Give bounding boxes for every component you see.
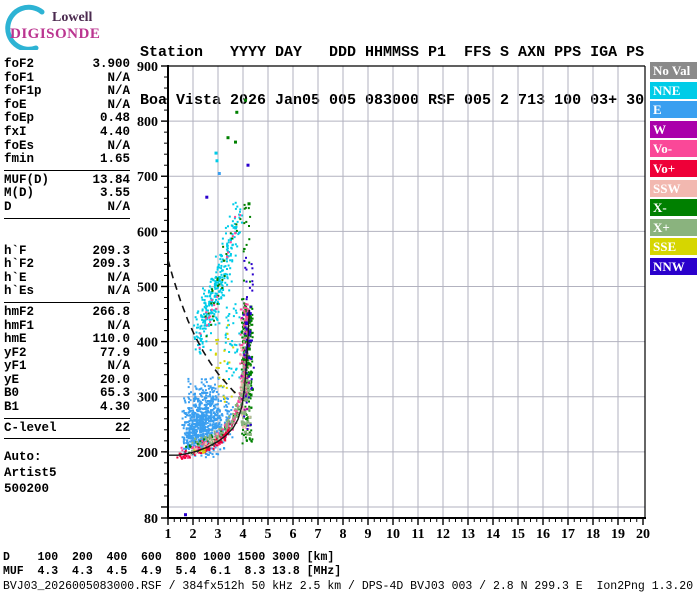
legend-item-w: W	[650, 120, 697, 138]
x-tick-label: 15	[511, 527, 525, 542]
x-tick-label: 18	[586, 527, 600, 542]
x-tick-label: 6	[290, 527, 297, 542]
ionogram-plot: 1 2 3 4 5 6 7 8 9 10 11 12 13 14 15 16 17 18 19 20900800700…	[137, 60, 650, 542]
x-tick-label: 19	[611, 527, 625, 542]
legend-item-ssw: SSW	[650, 179, 697, 197]
muf-row: MUF 4.3 4.3 4.5 4.9 5.4 6.1 8.3 13.8 [MH…	[3, 565, 342, 578]
y-tick-label: 600	[137, 225, 158, 240]
x-tick-label: 3	[215, 527, 222, 542]
legend-item-nne: NNE	[650, 81, 697, 99]
legend-item-x+: X+	[650, 218, 697, 236]
y-tick-label: 900	[137, 60, 158, 75]
x-tick-label: 5	[265, 527, 272, 542]
legend-item-x-: X-	[650, 199, 697, 217]
x-tick-label: 8	[340, 527, 347, 542]
x-tick-label: 11	[411, 527, 424, 542]
legend-item-vo+: Vo+	[650, 159, 697, 177]
x-tick-label: 16	[536, 527, 550, 542]
distance-row: D 100 200 400 600 800 1000 1500 3000 [km…	[3, 551, 335, 564]
y-tick-label: 300	[137, 391, 158, 406]
x-tick-label: 2	[190, 527, 197, 542]
x-tick-label: 4	[240, 527, 247, 542]
legend-item-sse: SSE	[650, 238, 697, 256]
legend-item-vo-: Vo-	[650, 140, 697, 158]
x-tick-label: 17	[561, 527, 575, 542]
legend-item-no-val: No Val	[650, 62, 697, 79]
ionogram-screen: Lowell DIGISONDE Station YYYY DAY DDD HH…	[0, 0, 700, 600]
y-tick-label: 500	[137, 280, 158, 295]
y-tick-label: 200	[137, 446, 158, 461]
x-tick-label: 12	[436, 527, 450, 542]
y-tick-label: 400	[137, 336, 158, 351]
x-tick-label: 20	[636, 527, 650, 542]
x-tick-label: 13	[461, 527, 475, 542]
x-tick-label: 9	[365, 527, 372, 542]
y-tick-label: 700	[137, 170, 158, 185]
y-tick-label: 800	[137, 115, 158, 130]
y-tick-label: 80	[144, 512, 158, 527]
x-tick-label: 7	[315, 527, 322, 542]
status-line: BVJ03_2026005083000.RSF / 384fx512h 50 k…	[3, 580, 694, 593]
legend-item-nnw: NNW	[650, 257, 697, 275]
direction-legend: No Val NNE E W Vo- Vo+ SSW X- X+ SSE NNW	[650, 62, 697, 278]
legend-item-e: E	[650, 101, 697, 119]
x-tick-label: 10	[386, 527, 400, 542]
x-tick-label: 14	[486, 527, 500, 542]
x-tick-label: 1	[165, 527, 172, 542]
